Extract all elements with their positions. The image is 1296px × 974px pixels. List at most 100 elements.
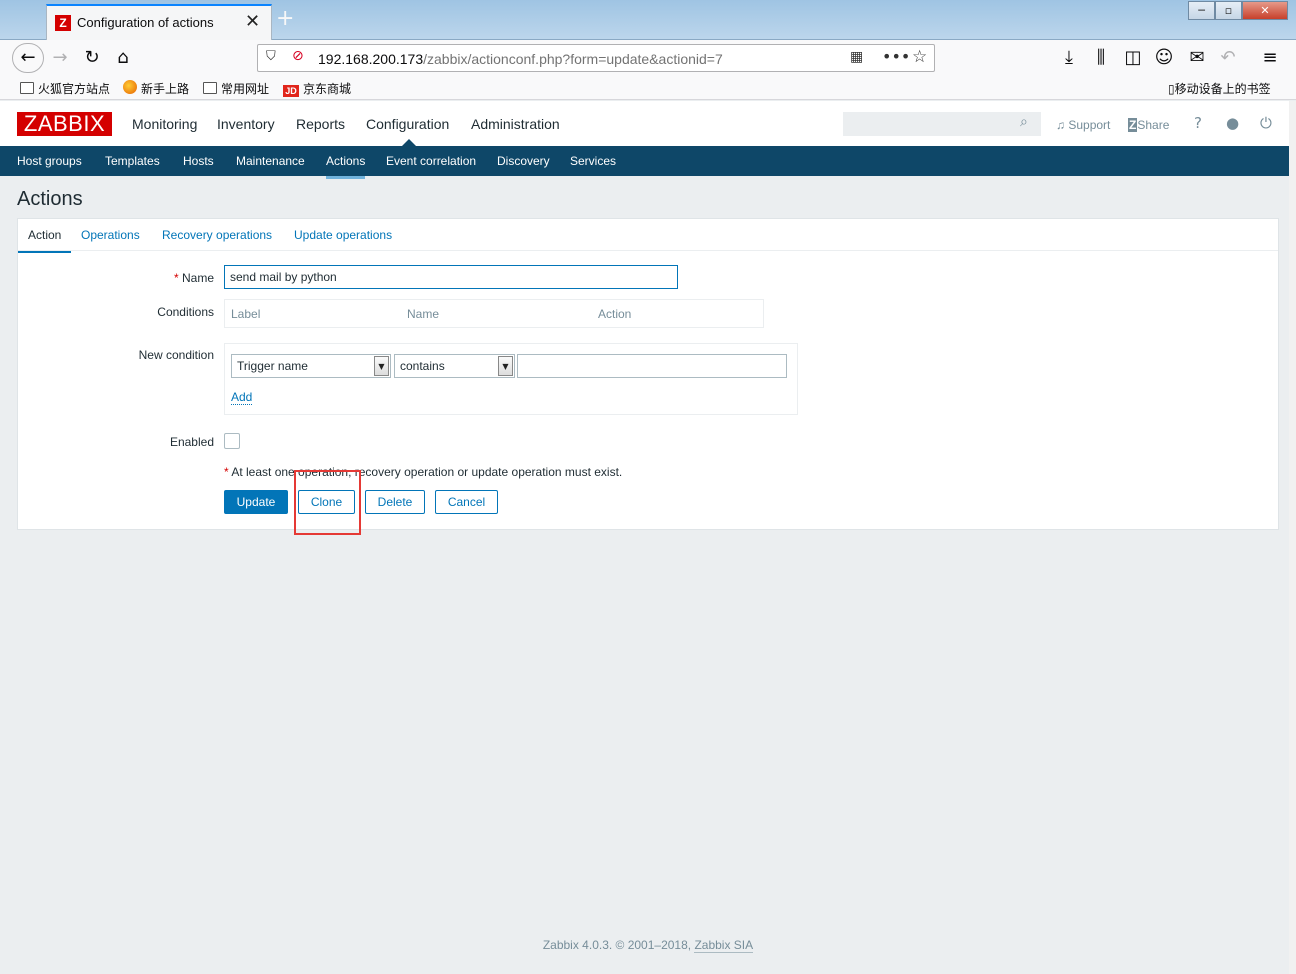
mobile-bookmarks[interactable]: ▯移动设备上的书签 — [1168, 80, 1271, 97]
insecure-lock-icon[interactable]: ⊘ — [292, 48, 304, 64]
maximize-icon[interactable]: ▫ — [1215, 1, 1242, 20]
bookmark-item[interactable]: JD 京东商城 — [283, 80, 351, 97]
new-tab-icon[interactable]: + — [276, 6, 294, 31]
jd-icon: JD — [283, 85, 299, 97]
minimize-icon[interactable]: ─ — [1188, 1, 1215, 20]
bookmarks-bar: 火狐官方站点 新手上路 常用网址 JD 京东商城 ▯移动设备上的书签 — [0, 76, 1296, 100]
back-icon[interactable]: ← — [12, 43, 44, 73]
browser-navbar: ← → ↻ ⌂ ⛉ ⊘ 192.168.200.173/zabbix/actio… — [0, 40, 1296, 76]
help-icon[interactable]: ? — [1194, 114, 1202, 132]
conditions-header-action: Action — [598, 307, 632, 321]
folder-icon — [20, 82, 34, 94]
clone-highlight-box — [294, 470, 361, 535]
tab-recovery-operations[interactable]: Recovery operations — [162, 228, 272, 242]
update-button[interactable]: Update — [224, 490, 288, 514]
tab-update-operations[interactable]: Update operations — [294, 228, 392, 242]
sidebar-icon[interactable]: ◫ — [1121, 46, 1145, 70]
enabled-label: Enabled — [169, 435, 214, 449]
zabbix-logo[interactable]: ZABBIX — [17, 112, 112, 136]
sub-menu-templates[interactable]: Templates — [105, 154, 160, 168]
condition-value-input[interactable] — [517, 354, 787, 378]
conditions-header-name: Name — [407, 307, 440, 321]
undo-icon[interactable]: ↶ — [1216, 46, 1240, 70]
name-field[interactable]: send mail by python — [224, 265, 678, 289]
sub-menu-services[interactable]: Services — [570, 154, 616, 168]
user-profile-icon[interactable]: ● — [1226, 114, 1239, 132]
footer-text: Zabbix 4.0.3. © 2001–2018, — [542, 938, 695, 952]
page-footer: Zabbix 4.0.3. © 2001–2018, Zabbix SIA — [0, 938, 1296, 953]
browser-titlebar: Z Configuration of actions ✕ + ─ ▫ ✕ — [0, 0, 1296, 40]
page-title: Actions — [17, 188, 83, 210]
reload-icon[interactable]: ↻ — [80, 46, 104, 70]
page-actions-icon[interactable]: ••• — [882, 47, 910, 66]
url-host: 192.168.200.173 — [318, 51, 424, 67]
tab-action[interactable]: Action — [18, 228, 72, 253]
name-label: * Name — [173, 271, 214, 285]
tracking-shield-icon[interactable]: ⛉ — [266, 49, 276, 64]
chat-icon[interactable]: ✉ — [1185, 46, 1209, 70]
required-marker: * — [173, 271, 182, 285]
chevron-down-icon: ▼ — [374, 356, 389, 376]
bookmark-item[interactable]: 常用网址 — [203, 80, 269, 97]
folder-icon — [203, 82, 217, 94]
share-link[interactable]: ZShare — [1128, 118, 1169, 132]
top-menu-configuration[interactable]: Configuration — [366, 116, 449, 132]
bookmark-star-icon[interactable]: ☆ — [912, 47, 927, 67]
sub-menu: Host groups Templates Hosts Maintenance … — [0, 146, 1289, 179]
required-marker: * — [224, 465, 229, 479]
account-icon[interactable]: ☺ — [1152, 46, 1176, 70]
library-icon[interactable]: ⫼ — [1089, 46, 1113, 70]
search-input[interactable] — [843, 112, 1041, 136]
zabbix-favicon-icon: Z — [55, 15, 71, 31]
firefox-icon — [123, 80, 137, 94]
url-text[interactable]: 192.168.200.173/zabbix/actionconf.php?fo… — [318, 51, 723, 67]
action-form: Action Operations Recovery operations Up… — [17, 218, 1279, 530]
sub-menu-event-correlation[interactable]: Event correlation — [386, 154, 476, 168]
condition-operator-select[interactable]: contains ▼ — [394, 354, 515, 378]
page-scrollbar[interactable] — [1289, 101, 1296, 974]
delete-button[interactable]: Delete — [365, 490, 425, 514]
support-link[interactable]: ♫ Support — [1056, 118, 1110, 132]
home-icon[interactable]: ⌂ — [111, 46, 135, 70]
share-z-icon: Z — [1128, 118, 1138, 132]
tab-close-icon[interactable]: ✕ — [245, 11, 260, 32]
sub-menu-host-groups[interactable]: Host groups — [17, 154, 82, 168]
top-menu-monitoring[interactable]: Monitoring — [132, 116, 197, 132]
sub-menu-maintenance[interactable]: Maintenance — [236, 154, 305, 168]
top-menu-inventory[interactable]: Inventory — [217, 116, 275, 132]
mobile-icon: ▯ — [1168, 82, 1175, 96]
sign-out-icon[interactable]: ⏻ — [1260, 114, 1272, 132]
menu-icon[interactable]: ≡ — [1258, 46, 1282, 70]
url-bar[interactable]: ⛉ ⊘ 192.168.200.173/zabbix/actionconf.ph… — [257, 44, 935, 72]
new-condition-box: Trigger name ▼ contains ▼ Add — [224, 343, 798, 415]
zabbix-header: ZABBIX Monitoring Inventory Reports Conf… — [0, 101, 1296, 146]
headset-icon: ♫ — [1056, 118, 1065, 132]
bookmark-item[interactable]: 新手上路 — [123, 80, 189, 97]
downloads-icon[interactable]: ⤓ — [1057, 46, 1081, 70]
top-menu-administration[interactable]: Administration — [471, 116, 560, 132]
bookmark-item[interactable]: 火狐官方站点 — [20, 80, 110, 97]
sub-menu-actions[interactable]: Actions — [326, 154, 366, 179]
condition-type-select[interactable]: Trigger name ▼ — [231, 354, 391, 378]
enabled-checkbox[interactable] — [224, 433, 240, 449]
new-condition-label: New condition — [138, 348, 214, 362]
validation-note: * At least one operation, recovery opera… — [224, 465, 623, 479]
sub-menu-hosts[interactable]: Hosts — [183, 154, 214, 168]
url-path: /zabbix/actionconf.php?form=update&actio… — [423, 51, 723, 67]
form-tabs: Action Operations Recovery operations Up… — [18, 219, 1278, 253]
footer-link[interactable]: Zabbix SIA — [694, 938, 754, 953]
sub-menu-discovery[interactable]: Discovery — [497, 154, 550, 168]
forward-icon[interactable]: → — [48, 46, 72, 70]
chevron-down-icon: ▼ — [498, 356, 513, 376]
window-controls: ─ ▫ ✕ — [1188, 1, 1288, 20]
qr-code-icon[interactable]: ▦ — [850, 49, 863, 65]
top-menu-reports[interactable]: Reports — [296, 116, 345, 132]
cancel-button[interactable]: Cancel — [435, 490, 498, 514]
browser-tab[interactable]: Z Configuration of actions ✕ — [46, 4, 272, 40]
conditions-label: Conditions — [157, 305, 214, 319]
add-condition-link[interactable]: Add — [231, 390, 253, 405]
tab-operations[interactable]: Operations — [81, 228, 140, 242]
search-icon[interactable]: ⌕ — [1020, 114, 1028, 130]
window-close-icon[interactable]: ✕ — [1242, 1, 1288, 20]
conditions-header-label: Label — [231, 307, 261, 321]
